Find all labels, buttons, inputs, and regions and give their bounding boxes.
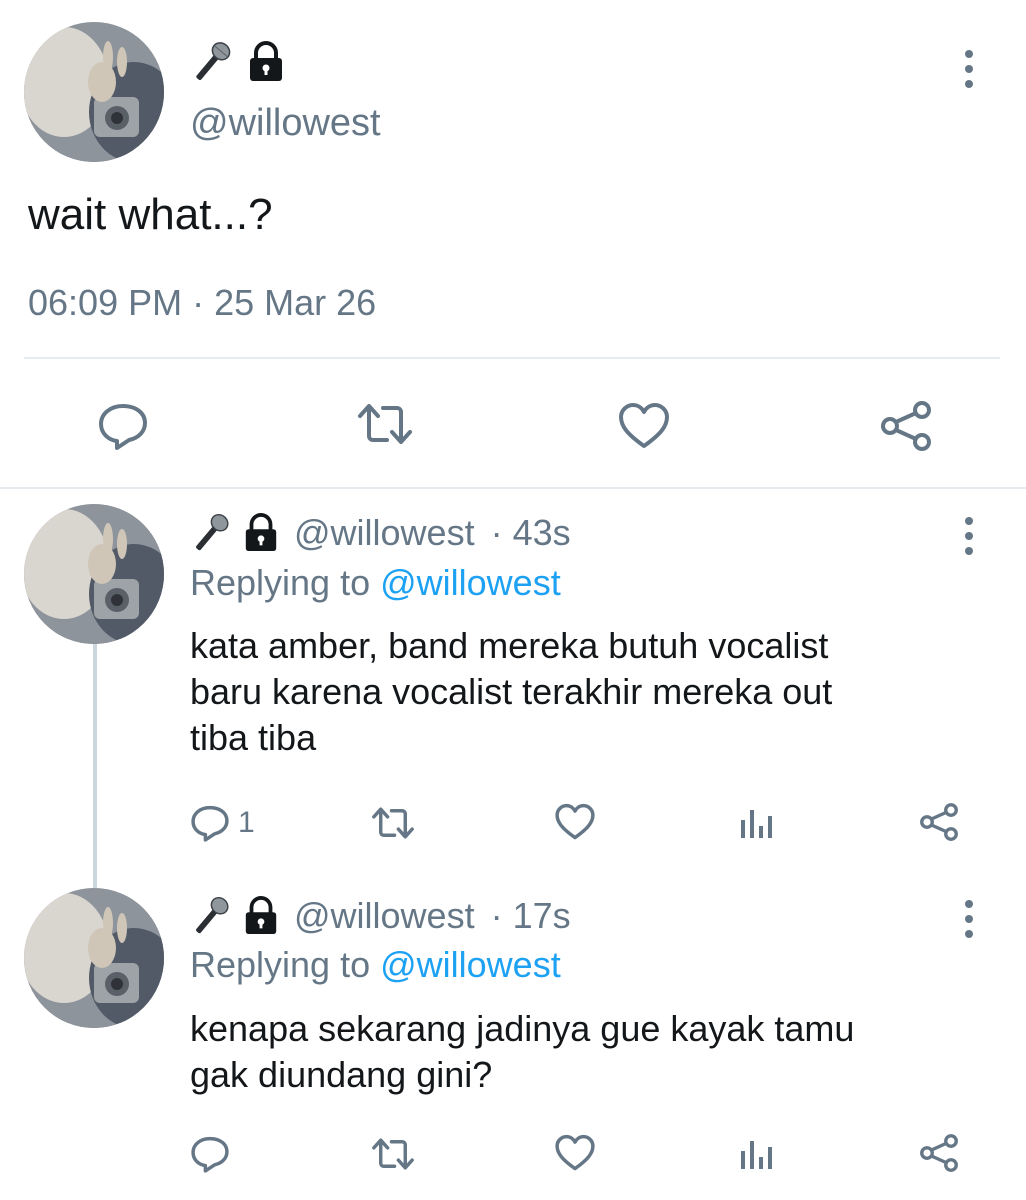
analytics-icon <box>741 810 772 838</box>
share-icon <box>920 1134 958 1172</box>
avatar-photo <box>24 504 164 644</box>
microphone-icon <box>196 897 229 934</box>
more-options-icon[interactable] <box>962 517 976 555</box>
microphone-icon <box>196 514 229 551</box>
heart-icon <box>555 803 595 840</box>
retweet-icon <box>372 807 414 839</box>
reply-text-line: baru karena vocalist terakhir mereka out <box>190 671 833 712</box>
reply-button[interactable]: 1 <box>190 804 255 842</box>
retweet-button[interactable] <box>355 402 415 446</box>
reply-time: · 43s <box>490 512 571 553</box>
section-divider <box>0 487 1026 489</box>
replying-to-label: Replying to <box>190 562 371 603</box>
retweet-button[interactable] <box>370 806 416 840</box>
replying-to-label: Replying to <box>190 944 371 985</box>
retweet-icon <box>358 404 412 444</box>
reply-username[interactable]: @willowest <box>294 895 475 937</box>
lock-icon <box>245 896 277 935</box>
reply-username[interactable]: @willowest <box>294 512 475 554</box>
divider <box>24 357 1000 359</box>
reply-button[interactable] <box>190 1135 230 1173</box>
share-button[interactable] <box>878 400 934 452</box>
username[interactable]: @willowest <box>190 102 381 145</box>
more-options-icon[interactable] <box>962 900 976 938</box>
more-options-icon[interactable] <box>962 50 976 88</box>
avatar-photo <box>24 22 164 162</box>
retweet-button[interactable] <box>370 1137 416 1171</box>
reply-text-line: gak diundang gini? <box>190 1054 493 1095</box>
like-button[interactable] <box>617 402 671 450</box>
reply-count: 1 <box>238 806 255 839</box>
share-icon <box>881 401 931 451</box>
reply-time: · 17s <box>490 895 571 936</box>
reply-avatar[interactable] <box>24 888 164 1028</box>
thread-line <box>93 642 97 888</box>
like-button[interactable] <box>554 1134 596 1172</box>
heart-icon <box>619 403 669 448</box>
like-button[interactable] <box>554 803 596 841</box>
analytics-button[interactable] <box>738 1137 774 1171</box>
timestamp: 06:09 PM · 25 Mar 26 <box>28 282 377 323</box>
heart-icon <box>555 1134 595 1171</box>
analytics-button[interactable] <box>738 806 774 840</box>
reply-text-line: tiba tiba <box>190 717 317 758</box>
replying-to-link[interactable]: @willowest <box>380 562 561 603</box>
avatar[interactable] <box>24 22 164 162</box>
lock-icon <box>245 513 277 552</box>
reply-avatar[interactable] <box>24 504 164 644</box>
analytics-icon <box>741 1141 772 1169</box>
share-icon <box>920 803 958 841</box>
share-button[interactable] <box>918 802 960 842</box>
avatar-photo <box>24 888 164 1028</box>
retweet-icon <box>372 1138 414 1170</box>
microphone-icon <box>196 42 231 80</box>
reply-icon <box>191 805 229 842</box>
reply-icon <box>191 1136 229 1173</box>
reply-text-line: kata amber, band mereka butuh vocalist <box>190 625 829 666</box>
reply-text: kenapa sekarang jadinya gue kayak tamu g… <box>190 1006 854 1098</box>
reply-text-line: kenapa sekarang jadinya gue kayak tamu <box>190 1008 855 1049</box>
tweet-text: wait what...? <box>28 190 273 239</box>
reply-icon <box>99 404 147 450</box>
reply-button[interactable] <box>97 402 149 450</box>
share-button[interactable] <box>918 1133 960 1173</box>
reply-text: kata amber, band mereka butuh vocalist b… <box>190 623 832 761</box>
lock-icon <box>250 41 282 81</box>
replying-to-link[interactable]: @willowest <box>380 944 561 985</box>
